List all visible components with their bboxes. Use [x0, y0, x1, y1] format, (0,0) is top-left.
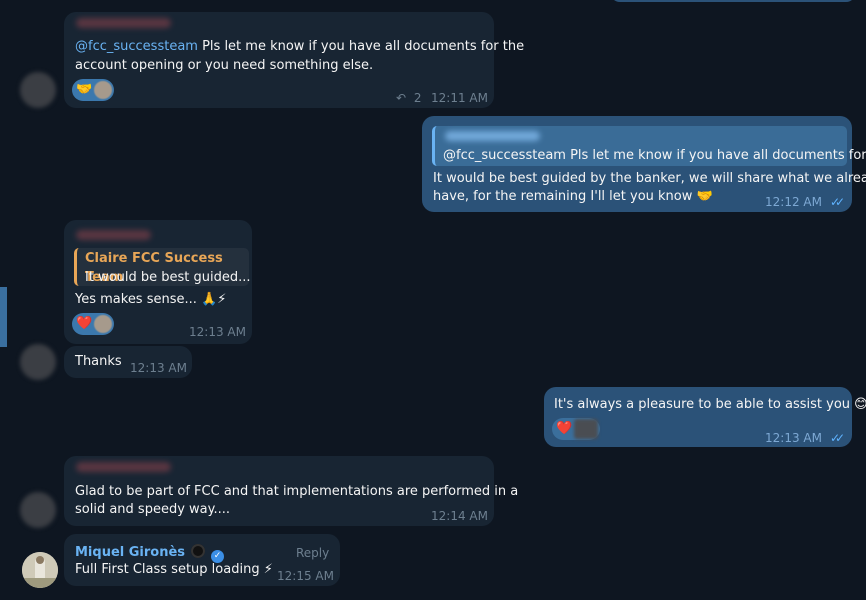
message-time: 12:13 AM	[130, 361, 187, 375]
message-text: It's always a pleasure to be able to ass…	[554, 397, 866, 412]
reply-arrow-icon: ↶	[396, 91, 407, 105]
avatar[interactable]	[20, 344, 56, 380]
message-bubble[interactable]: Claire FCC Success Team It would be best…	[64, 220, 252, 344]
heart-icon: ❤️	[76, 316, 93, 331]
message-bubble[interactable]: Thanks 12:13 AM	[64, 346, 192, 378]
reply-button[interactable]: Reply	[296, 544, 329, 563]
scroll-indicator	[0, 287, 7, 347]
sender-name-redacted	[76, 18, 171, 28]
message-text-line: solid and speedy way....	[75, 502, 230, 517]
reply-quote[interactable]: @fcc_successteam Pls let me know if you …	[432, 126, 866, 166]
quoted-text: It would be best guided...	[85, 270, 251, 285]
reaction-pill[interactable]: ❤️	[72, 313, 115, 335]
message-text: Yes makes sense... 🙏⚡	[75, 292, 227, 307]
message-time: 12:13 AM	[189, 325, 246, 339]
quoted-text: @fcc_successteam Pls let me know if you …	[443, 148, 866, 163]
sender-name-redacted	[76, 462, 171, 472]
mention-link[interactable]: @fcc_successteam	[75, 39, 198, 54]
message-bubble[interactable]: Miquel Gironès ✓ Reply Full First Class s…	[64, 534, 340, 586]
sender-name-redacted	[76, 230, 151, 240]
heart-icon: ❤️	[556, 421, 573, 436]
avatar[interactable]	[20, 492, 56, 528]
reply-count[interactable]: ↶ 2	[396, 89, 422, 108]
reactor-avatar	[574, 419, 599, 439]
previous-outgoing-bubble-edge	[610, 0, 856, 2]
message-time: 12:14 AM	[431, 509, 488, 523]
reactor-avatar	[94, 315, 113, 333]
message-text-line: It would be best guided by the banker, w…	[433, 171, 866, 186]
reply-quote[interactable]: Claire FCC Success Team It would be best…	[74, 248, 251, 286]
quoted-sender-redacted	[445, 131, 540, 141]
handshake-icon: 🤝	[76, 82, 93, 97]
message-bubble[interactable]: Glad to be part of FCC and that implemen…	[64, 456, 518, 526]
avatar[interactable]	[20, 72, 56, 108]
message-text-line: account opening or you need something el…	[75, 58, 374, 73]
reaction-pill[interactable]: ❤️	[552, 418, 601, 440]
message-text: @fcc_successteam Pls let me know if you …	[75, 39, 525, 54]
message-time: 12:11 AM	[431, 91, 488, 105]
message-text-line: have, for the remaining I'll let you kno…	[433, 189, 713, 204]
message-bubble[interactable]: @fcc_successteam Pls let me know if you …	[422, 116, 866, 212]
message-bubble[interactable]: @fcc_successteam Pls let me know if you …	[64, 12, 524, 108]
message-time: 12:12 AM	[765, 195, 822, 209]
avatar[interactable]	[22, 552, 58, 588]
message-time: 12:13 AM	[765, 431, 822, 445]
read-receipt-icon: ✓✓	[830, 431, 845, 445]
message-bubble[interactable]: It's always a pleasure to be able to ass…	[544, 387, 866, 447]
status-emoji-icon	[191, 544, 206, 558]
message-time: 12:15 AM	[277, 569, 334, 583]
reaction-pill[interactable]: 🤝	[72, 79, 115, 101]
message-text: Full First Class setup loading ⚡	[75, 562, 273, 577]
message-text-line: Glad to be part of FCC and that implemen…	[75, 484, 519, 499]
avatar-photo	[22, 552, 58, 588]
read-receipt-icon: ✓✓	[830, 195, 845, 209]
message-text: Thanks	[75, 354, 122, 369]
reactor-avatar	[94, 81, 113, 99]
